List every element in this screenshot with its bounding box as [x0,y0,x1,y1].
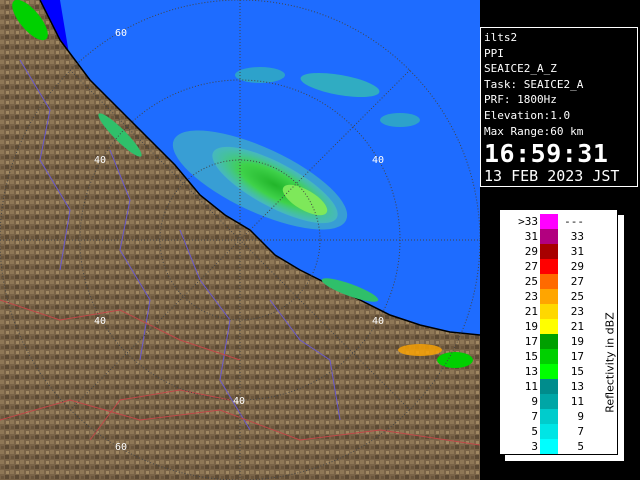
legend-color-swatch [540,229,558,244]
legend-color-swatch [540,244,558,259]
legend-upper-bound: 23 [570,305,584,318]
legend-upper-bound: 9 [577,410,584,423]
task-name: Task: SEAICE2_A [484,77,584,91]
legend-color-swatch [540,424,558,439]
legend-row: >33 --- [500,214,617,230]
scan-info-panel: ilts2 PPI SEAICE2_A_Z Task: SEAICE2_A PR… [480,27,638,187]
ring-label-40-lower-left: 40 [94,316,106,327]
legend-upper-bound: 25 [570,290,584,303]
legend-color-swatch [540,304,558,319]
legend-upper-bound: 17 [570,350,584,363]
legend-upper-bound: 19 [570,335,584,348]
legend-upper-bound: 21 [570,320,584,333]
legend-lower-bound: 3 [531,440,538,453]
legend-row: 31 33 [500,229,617,245]
scan-date: 13 FEB 2023 JST [484,167,620,186]
ring-label-40-upper-right: 40 [372,155,384,166]
scan-time: 16:59:31 [484,139,609,169]
legend-color-swatch [540,409,558,424]
legend-upper-bound: 15 [570,365,584,378]
legend-upper-bound: 7 [577,425,584,438]
legend-color-swatch [540,259,558,274]
legend-color-swatch [540,334,558,349]
legend-color-swatch [540,214,558,229]
reflectivity-legend: >33 --- 31 33 29 31 27 29 25 27 23 25 21 23 19 21 17 19 15… [499,209,626,461]
legend-lower-bound: 5 [531,425,538,438]
legend-color-swatch [540,319,558,334]
legend-lower-bound: 19 [524,320,538,333]
legend-lower-bound: 31 [524,230,538,243]
legend-lower-bound: 11 [524,380,538,393]
ring-label-40-lower-right: 40 [372,316,384,327]
legend-lower-bound: 29 [524,245,538,258]
radar-ppi-display[interactable]: 60 40 40 40 40 40 60 [0,0,480,480]
legend-title: Reflectivity in dBZ [603,312,617,413]
legend-upper-bound: 13 [570,380,584,393]
legend-lower-bound: 15 [524,350,538,363]
legend-lower-bound: 7 [531,410,538,423]
product-type: PPI [484,46,504,60]
legend-row: 29 31 [500,244,617,260]
max-range-value: Max Range:60 km [484,124,584,138]
legend-lower-bound: 27 [524,260,538,273]
legend-lower-bound: 13 [524,365,538,378]
legend-lower-bound: 17 [524,335,538,348]
ring-label-60-top: 60 [115,28,127,39]
legend-color-swatch [540,439,558,454]
legend-upper-bound: 31 [570,245,584,258]
legend-color-swatch [540,349,558,364]
legend-color-swatch [540,274,558,289]
legend-upper-bound: 11 [570,395,584,408]
scan-name: SEAICE2_A_Z [484,62,557,76]
legend-lower-bound: 21 [524,305,538,318]
legend-color-swatch [540,364,558,379]
legend-upper-bound: 33 [570,230,584,243]
legend-color-swatch [540,289,558,304]
legend-lower-bound: 9 [531,395,538,408]
legend-upper-bound: 27 [570,275,584,288]
legend-title-box: Reflectivity in dBZ [592,268,617,468]
legend-upper-bound: --- [564,215,584,228]
legend-lower-bound: 25 [524,275,538,288]
station-name: ilts2 [484,31,518,44]
legend-upper-bound: 5 [577,440,584,453]
legend-lower-bound: 23 [524,290,538,303]
ring-label-40-bottom: 40 [233,396,245,407]
elevation-value: Elevation:1.0 [484,108,571,122]
ring-label-40-upper-left: 40 [94,155,106,166]
legend-lower-bound: >33 [518,215,538,228]
prf-value: PRF: 1800Hz [484,93,557,107]
legend-upper-bound: 29 [570,260,584,273]
legend-color-swatch [540,394,558,409]
legend-color-swatch [540,379,558,394]
ring-label-60-bottom: 60 [115,442,127,453]
legend-box: >33 --- 31 33 29 31 27 29 25 27 23 25 21 23 19 21 17 19 15… [499,209,618,455]
